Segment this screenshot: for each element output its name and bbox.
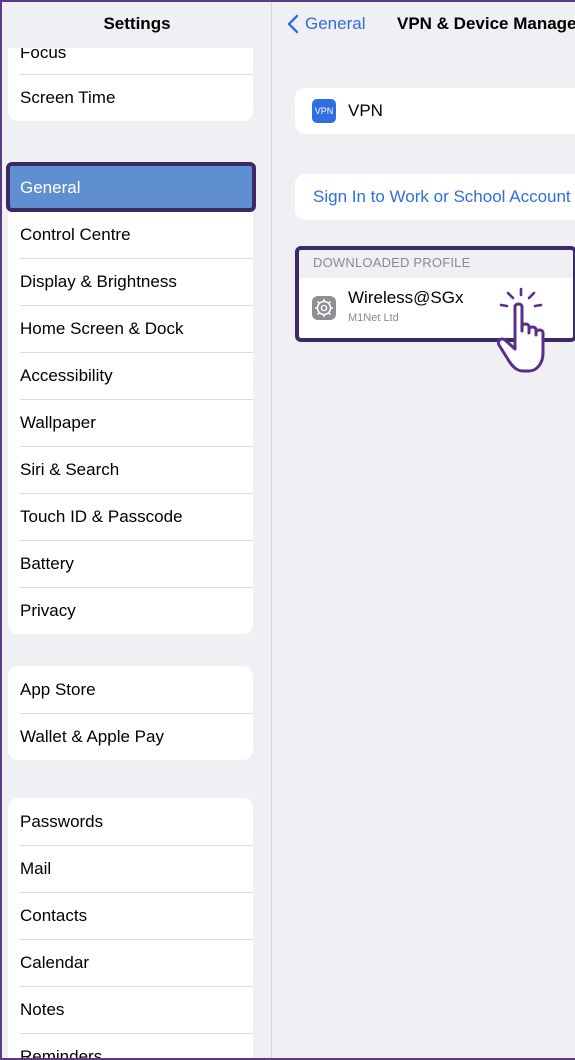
sidebar-item-mail[interactable]: Mail	[8, 845, 253, 892]
tap-hand-icon	[497, 287, 545, 373]
sidebar-item-siri-search[interactable]: Siri & Search	[8, 446, 253, 493]
sidebar-item-control-centre[interactable]: Control Centre	[8, 211, 253, 258]
sidebar-item-battery[interactable]: Battery	[8, 540, 253, 587]
sidebar-item-home-screen-dock[interactable]: Home Screen & Dock	[8, 305, 253, 352]
sidebar-item-screen-time[interactable]: Screen Time	[8, 74, 253, 121]
settings-sidebar: Settings Focus Screen Time Control Centr…	[2, 2, 272, 1058]
sidebar-item-app-store[interactable]: App Store	[8, 666, 253, 713]
sign-in-work-school-row[interactable]: Sign In to Work or School Account	[295, 174, 575, 220]
vpn-label: VPN	[348, 101, 383, 120]
sidebar-item-privacy[interactable]: Privacy	[8, 587, 253, 634]
sidebar-group-store: App Store Wallet & Apple Pay	[8, 666, 253, 760]
back-button-label: General	[305, 14, 366, 33]
sidebar-title: Settings	[2, 2, 271, 48]
sidebar-item-wallet-apple-pay[interactable]: Wallet & Apple Pay	[8, 713, 253, 760]
sign-in-label: Sign In to Work or School Account	[313, 187, 571, 206]
page-title: VPN & Device Management	[397, 14, 575, 33]
sidebar-item-reminders[interactable]: Reminders	[8, 1033, 253, 1058]
sidebar-item-notes[interactable]: Notes	[8, 986, 253, 1033]
sidebar-item-passwords[interactable]: Passwords	[8, 798, 253, 845]
back-button[interactable]: General	[287, 2, 365, 46]
sidebar-item-display-brightness[interactable]: Display & Brightness	[8, 258, 253, 305]
chevron-left-icon	[287, 14, 299, 34]
sidebar-item-touch-id-passcode[interactable]: Touch ID & Passcode	[8, 493, 253, 540]
sidebar-item-contacts[interactable]: Contacts	[8, 892, 253, 939]
detail-pane: General VPN & Device Management VPN VPN …	[273, 2, 575, 1058]
profile-name: Wireless@SGx	[348, 288, 464, 307]
settings-gear-icon	[312, 296, 336, 320]
sidebar-item-wallpaper[interactable]: Wallpaper	[8, 399, 253, 446]
vpn-icon: VPN	[312, 99, 336, 123]
vpn-row[interactable]: VPN VPN	[295, 88, 575, 134]
section-header-downloaded-profile: DOWNLOADED PROFILE	[313, 255, 471, 270]
sidebar-group-general: Control Centre Display & Brightness Home…	[8, 164, 253, 634]
sidebar-item-accessibility[interactable]: Accessibility	[8, 352, 253, 399]
nav-bar: General VPN & Device Management	[273, 2, 575, 46]
sidebar-group-apps: Passwords Mail Contacts Calendar Notes R…	[8, 798, 253, 1058]
sidebar-item-calendar[interactable]: Calendar	[8, 939, 253, 986]
sidebar-item-general[interactable]: General	[8, 164, 253, 211]
sidebar-group-focus: Focus Screen Time	[8, 38, 253, 121]
profile-organization: M1Net Ltd	[348, 312, 399, 324]
